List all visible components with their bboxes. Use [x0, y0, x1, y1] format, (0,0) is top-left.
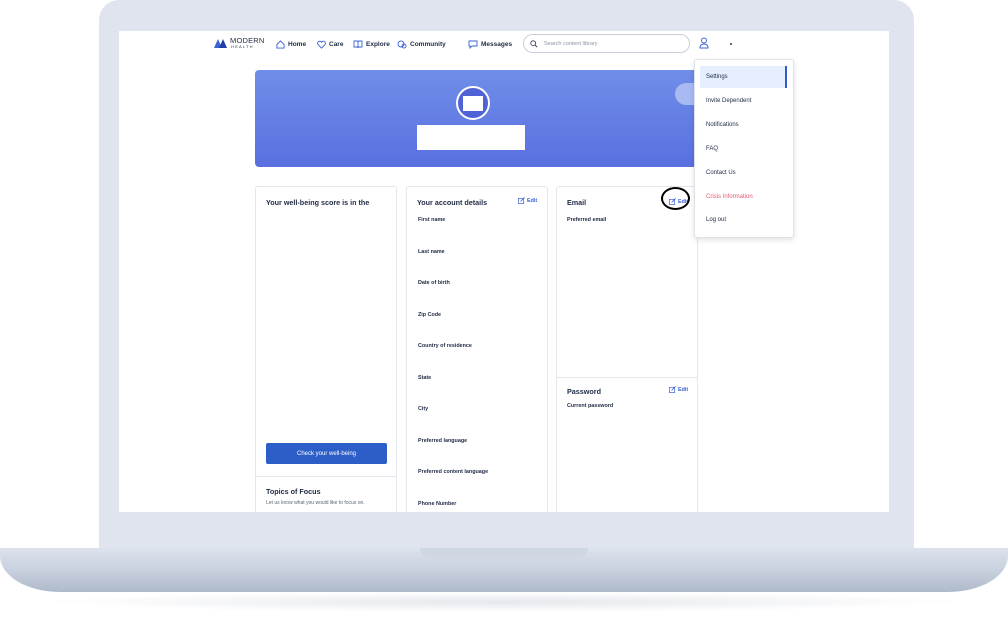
account-details-card: Your account details Edit First name Las…	[406, 186, 548, 512]
email-password-card: Email Edit Preferred email Password Edit…	[556, 186, 698, 512]
avatar[interactable]	[456, 86, 490, 120]
field-city: City	[418, 406, 429, 412]
menu-item-invite-dependent[interactable]: Invite Dependent	[700, 90, 787, 112]
nav-home-label: Home	[288, 40, 307, 48]
field-date-of-birth: Date of birth	[418, 280, 450, 286]
check-wellbeing-button[interactable]: Check your well-being	[266, 443, 387, 464]
profile-banner	[255, 70, 698, 167]
laptop-mockup: MODERN HEALTH Home Care Explore Communit…	[0, 0, 1008, 635]
top-nav: MODERN HEALTH Home Care Explore Communit…	[119, 31, 889, 57]
menu-item-notifications[interactable]: Notifications	[700, 114, 787, 136]
field-last-name: Last name	[418, 249, 445, 255]
field-state: State	[418, 375, 432, 381]
laptop-shadow	[40, 592, 968, 612]
nav-explore-label: Explore	[366, 40, 390, 48]
email-password-divider	[557, 377, 697, 378]
nav-care-label: Care	[329, 40, 344, 48]
menu-item-faq[interactable]: FAQ	[700, 138, 787, 160]
field-content-language: Preferred content language	[418, 469, 489, 475]
email-title: Email	[567, 198, 587, 207]
community-icon	[397, 40, 407, 48]
menu-item-settings[interactable]: Settings	[700, 66, 787, 88]
field-current-password: Current password	[567, 403, 614, 409]
user-dropdown-menu: Settings Invite Dependent Notifications …	[694, 59, 794, 238]
nav-community[interactable]: Community	[397, 38, 446, 50]
nav-home[interactable]: Home	[276, 38, 306, 50]
password-edit-button[interactable]: Edit	[669, 386, 688, 393]
field-preferred-email: Preferred email	[567, 217, 607, 223]
topics-subtitle: Let us know what you would like to focus…	[266, 500, 365, 506]
menu-item-contact-us[interactable]: Contact Us	[700, 162, 787, 184]
user-menu-caret[interactable]	[730, 43, 732, 45]
password-title: Password	[567, 387, 601, 396]
nav-community-label: Community	[410, 40, 446, 48]
topics-title: Topics of Focus	[266, 487, 321, 496]
account-edit-label: Edit	[527, 197, 538, 204]
wellbeing-card: Your well-being score is in the Check yo…	[255, 186, 397, 512]
menu-item-crisis-information[interactable]: Crisis Information	[700, 186, 787, 208]
wellbeing-title: Your well-being score is in the	[266, 198, 370, 207]
brand-logo[interactable]: MODERN HEALTH	[214, 37, 266, 51]
password-edit-label: Edit	[678, 386, 689, 393]
app-screen: MODERN HEALTH Home Care Explore Communit…	[119, 31, 889, 512]
edit-icon	[518, 197, 525, 204]
book-icon	[353, 40, 363, 48]
logo-mark-icon	[214, 39, 227, 48]
brand-sub: HEALTH	[231, 44, 254, 49]
field-zip-code: Zip Code	[418, 312, 442, 318]
search-icon	[530, 39, 538, 47]
nav-messages-label: Messages	[481, 40, 513, 48]
search-box[interactable]: Search content library	[523, 34, 690, 53]
home-icon	[276, 39, 285, 49]
profile-name-redacted	[417, 125, 525, 150]
menu-item-log-out[interactable]: Log out	[700, 209, 787, 231]
account-edit-button[interactable]: Edit	[518, 197, 537, 204]
heart-icon	[317, 40, 326, 49]
account-details-title: Your account details	[417, 198, 488, 207]
nav-messages[interactable]: Messages	[468, 38, 512, 50]
highlight-ring	[661, 187, 690, 210]
field-phone-number: Phone Number	[418, 501, 457, 507]
avatar-image	[463, 96, 483, 111]
brand-name: MODERN	[230, 36, 265, 45]
message-icon	[468, 40, 478, 49]
field-preferred-language: Preferred language	[418, 438, 468, 444]
nav-explore[interactable]: Explore	[353, 38, 390, 50]
edit-icon	[669, 386, 676, 393]
laptop-notch	[420, 548, 588, 558]
search-input[interactable]: Search content library	[544, 41, 598, 47]
user-icon[interactable]	[699, 37, 709, 49]
field-first-name: First name	[418, 217, 446, 223]
nav-care[interactable]: Care	[317, 38, 343, 50]
wellbeing-divider	[256, 476, 396, 477]
field-country: Country of residence	[418, 343, 472, 349]
